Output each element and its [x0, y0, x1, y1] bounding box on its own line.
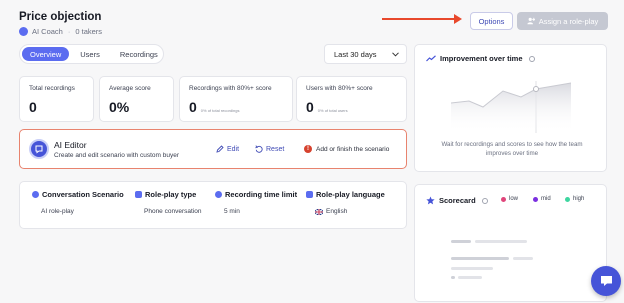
date-range-value: Last 30 days — [334, 49, 377, 59]
legend-label: mid — [541, 196, 551, 202]
skeleton-bar — [451, 267, 493, 270]
config-conversation-scenario: Conversation Scenario AI role-play — [32, 190, 124, 215]
legend-mid: mid — [533, 196, 551, 202]
skeleton-bar — [475, 240, 527, 243]
legend-low: low — [501, 196, 518, 202]
chevron-down-icon — [392, 51, 399, 57]
alert-icon: ! — [304, 145, 312, 153]
stat-card-recordings-80: Recordings with 80%+ score 0 0% of total… — [179, 76, 293, 122]
scenario-warning: ! Add or finish the scenario — [304, 145, 389, 153]
legend-high: high — [565, 196, 584, 202]
config-language: Role-play language English — [306, 190, 385, 215]
improvement-placeholder-graph — [451, 81, 571, 133]
improvement-title-row: Improvement over time — [426, 54, 535, 63]
translate-icon — [306, 191, 313, 198]
coach-label: AI Coach — [32, 27, 63, 36]
stat-card-average-score: Average score 0% — [99, 76, 174, 122]
scorecard-title: Scorecard — [439, 196, 476, 205]
pencil-icon — [216, 145, 224, 153]
assign-roleplay-label: Assign a role-play — [538, 16, 599, 26]
legend-dot — [501, 196, 506, 202]
edit-label: Edit — [227, 145, 240, 153]
view-tabs: Overview Users Recordings — [19, 44, 164, 64]
skeleton-bar — [451, 240, 471, 243]
config-time-limit: Recording time limit 5 min — [215, 190, 297, 215]
config-value: Phone conversation — [144, 208, 202, 215]
config-value: English — [306, 208, 385, 215]
stat-label: Users with 80%+ score — [306, 85, 373, 92]
improvement-title: Improvement over time — [440, 54, 523, 63]
stat-card-users-80: Users with 80%+ score 0 0% of total user… — [296, 76, 407, 122]
config-value: AI role-play — [41, 208, 74, 215]
skeleton-bar — [451, 257, 509, 260]
stat-label: Recordings with 80%+ score — [189, 85, 272, 92]
legend-label: low — [509, 196, 519, 202]
stat-label: Average score — [109, 85, 151, 92]
reset-icon — [255, 145, 263, 153]
editor-title: AI Editor — [54, 140, 87, 150]
options-button[interactable]: Options — [470, 12, 513, 30]
reset-label: Reset — [266, 145, 285, 153]
info-icon[interactable] — [481, 197, 488, 204]
config-value: 5 min — [224, 208, 240, 215]
ai-editor-card: AI Editor Create and edit scenario with … — [19, 129, 407, 169]
chat-support-button[interactable] — [591, 266, 621, 296]
stat-value: 0 — [29, 99, 37, 115]
separator-dot: · — [67, 27, 71, 36]
config-roleplay-type: Role-play type Phone conversation — [135, 190, 201, 215]
stat-label: Total recordings — [29, 85, 75, 92]
assign-roleplay-button[interactable]: Assign a role-play — [517, 12, 608, 30]
trend-up-icon — [426, 55, 436, 62]
stat-value: 0% — [109, 99, 130, 115]
user-plus-icon — [527, 17, 535, 25]
tab-recordings[interactable]: Recordings — [111, 47, 167, 61]
warning-text: Add or finish the scenario — [316, 145, 390, 153]
skeleton-bar — [458, 276, 482, 279]
uk-flag-icon — [315, 208, 323, 215]
chat-bubble-icon — [600, 276, 612, 286]
edit-button[interactable]: Edit — [216, 145, 239, 153]
improvement-empty-message: Wait for recordings and scores to see ho… — [441, 141, 583, 157]
info-icon[interactable] — [528, 55, 535, 62]
ai-coach-icon — [19, 27, 28, 36]
subtitle-row: AI Coach · 0 takers — [19, 27, 102, 36]
tab-overview[interactable]: Overview — [22, 47, 70, 61]
skeleton-dot — [451, 276, 455, 279]
reset-button[interactable]: Reset — [255, 145, 284, 153]
pointer-arrow-icon — [382, 14, 462, 24]
config-heading: Role-play type — [145, 190, 197, 199]
date-range-select[interactable]: Last 30 days — [324, 44, 407, 64]
config-heading: Recording time limit — [225, 190, 298, 199]
ai-editor-icon — [29, 139, 49, 159]
legend-dot — [533, 196, 538, 202]
tab-users[interactable]: Users — [71, 47, 109, 61]
stat-card-total-recordings: Total recordings 0 — [19, 76, 94, 122]
page-title: Price objection — [19, 11, 102, 23]
skeleton-bar — [513, 257, 533, 260]
roleplay-config-card: Conversation Scenario AI role-play Role-… — [19, 181, 407, 229]
improvement-panel: Improvement over time Wait for recording… — [414, 44, 607, 172]
scorecard-title-row: Scorecard — [426, 196, 488, 205]
stat-subtext: 0% of total users — [317, 108, 348, 113]
scorecard-panel: Scorecard low mid high — [414, 184, 607, 302]
legend-dot — [565, 196, 570, 202]
legend-label: high — [573, 196, 585, 202]
star-icon — [426, 196, 435, 205]
clock-icon — [215, 191, 222, 198]
stat-subtext: 0% of total recordings — [200, 108, 240, 113]
stat-value: 0 — [189, 99, 197, 115]
language-value: English — [326, 208, 348, 215]
config-heading: Conversation Scenario — [42, 190, 124, 199]
config-heading: Role-play language — [316, 190, 385, 199]
takers-count: 0 takers — [75, 27, 103, 36]
chat-bubble-icon — [32, 191, 39, 198]
people-icon — [135, 191, 142, 198]
editor-description: Create and edit scenario with custom buy… — [54, 152, 180, 159]
stat-value: 0 — [306, 99, 314, 115]
